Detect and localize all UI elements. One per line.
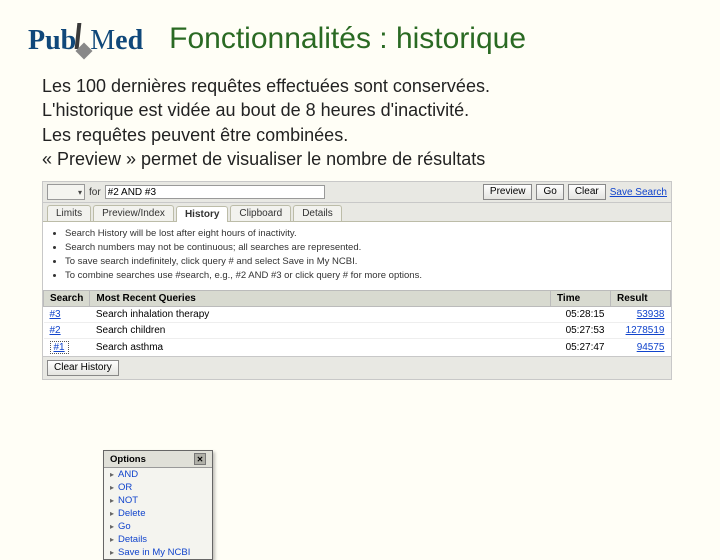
chevron-right-icon: ▸: [110, 522, 114, 531]
result-link[interactable]: 53938: [637, 309, 665, 320]
query-time: 05:27:47: [551, 339, 611, 357]
result-link[interactable]: 1278519: [626, 325, 665, 336]
tab-clipboard[interactable]: Clipboard: [230, 205, 291, 221]
slide-description: Les 100 dernières requêtes effectuées so…: [42, 74, 692, 171]
table-row: #2 Search children 05:27:53 1278519: [44, 323, 671, 339]
chevron-right-icon: ▸: [110, 470, 114, 479]
menu-item-delete[interactable]: ▸Delete: [104, 507, 212, 520]
menu-item-save-ncbi[interactable]: ▸Save in My NCBI: [104, 546, 212, 559]
clear-button[interactable]: Clear: [568, 184, 606, 200]
bullet-2: Search numbers may not be continuous; al…: [65, 242, 661, 253]
close-icon[interactable]: ✕: [194, 453, 206, 465]
pubmed-logo: Pub M ed: [28, 23, 143, 55]
slide-title: Fonctionnalités : historique: [169, 22, 526, 56]
bullet-1: Search History will be lost after eight …: [65, 228, 661, 239]
go-button[interactable]: Go: [536, 184, 563, 200]
menu-title-text: Options: [110, 454, 146, 465]
query-id-link-active[interactable]: #1: [50, 341, 69, 354]
menu-item-go[interactable]: ▸Go: [104, 520, 212, 533]
col-time: Time: [551, 291, 611, 307]
desc-line-1: Les 100 dernières requêtes effectuées so…: [42, 74, 692, 98]
query-time: 05:28:15: [551, 307, 611, 323]
logo-book-icon: [74, 23, 92, 57]
chevron-right-icon: ▸: [110, 509, 114, 518]
clear-history-button[interactable]: Clear History: [47, 360, 119, 376]
result-link[interactable]: 94575: [637, 342, 665, 353]
info-bullets: Search History will be lost after eight …: [43, 222, 671, 290]
slide-header: Pub M ed Fonctionnalités : historique: [28, 22, 692, 56]
table-row: #1 Search asthma 05:27:47 94575: [44, 339, 671, 357]
tab-details[interactable]: Details: [293, 205, 342, 221]
preview-button[interactable]: Preview: [483, 184, 533, 200]
for-label: for: [89, 187, 101, 198]
desc-line-2: L'historique est vidée au bout de 8 heur…: [42, 98, 692, 122]
query-text: Search inhalation therapy: [90, 307, 551, 323]
menu-title-bar: Options ✕: [104, 451, 212, 468]
search-toolbar: for Preview Go Clear Save Search: [43, 182, 671, 203]
menu-item-and[interactable]: ▸AND: [104, 468, 212, 481]
query-text: Search children: [90, 323, 551, 339]
save-search-link[interactable]: Save Search: [610, 187, 667, 198]
search-input[interactable]: [105, 185, 325, 199]
database-select[interactable]: [47, 184, 85, 200]
chevron-right-icon: ▸: [110, 483, 114, 492]
col-queries: Most Recent Queries: [90, 291, 551, 307]
desc-line-4: « Preview » permet de visualiser le nomb…: [42, 147, 692, 171]
tab-history[interactable]: History: [176, 206, 228, 222]
chevron-right-icon: ▸: [110, 548, 114, 557]
bullet-3: To save search indefinitely, click query…: [65, 256, 661, 267]
table-row: #3 Search inhalation therapy 05:28:15 53…: [44, 307, 671, 323]
tab-limits[interactable]: Limits: [47, 205, 91, 221]
query-time: 05:27:53: [551, 323, 611, 339]
query-id-link[interactable]: #2: [50, 325, 61, 336]
tab-bar: Limits Preview/Index History Clipboard D…: [43, 203, 671, 222]
options-context-menu: Options ✕ ▸AND ▸OR ▸NOT ▸Delete ▸Go ▸Det…: [103, 450, 213, 560]
desc-line-3: Les requêtes peuvent être combinées.: [42, 123, 692, 147]
query-id-link[interactable]: #3: [50, 309, 61, 320]
logo-text-med: ed: [115, 27, 143, 55]
col-result: Result: [611, 291, 671, 307]
pubmed-screenshot: for Preview Go Clear Save Search Limits …: [42, 181, 672, 380]
query-text: Search asthma: [90, 339, 551, 357]
logo-text-pub: Pub: [28, 27, 76, 55]
menu-item-or[interactable]: ▸OR: [104, 481, 212, 494]
history-table: Search Most Recent Queries Time Result #…: [43, 290, 671, 356]
bullet-4: To combine searches use #search, e.g., #…: [65, 270, 661, 281]
menu-item-not[interactable]: ▸NOT: [104, 494, 212, 507]
chevron-right-icon: ▸: [110, 496, 114, 505]
tab-preview-index[interactable]: Preview/Index: [93, 205, 174, 221]
history-bottom-bar: Clear History: [43, 356, 671, 379]
col-search: Search: [44, 291, 90, 307]
